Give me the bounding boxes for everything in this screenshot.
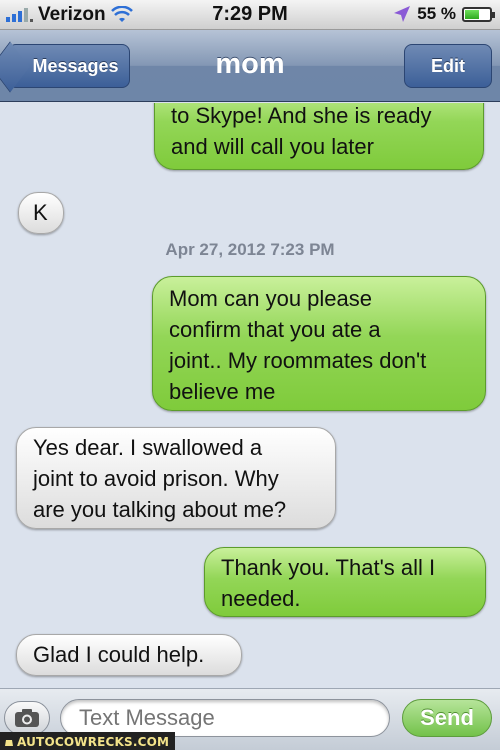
message-bubble-sent[interactable]: Mom can you please confirm that you ate … <box>152 276 486 411</box>
message-line: Glad I could help. <box>33 642 205 667</box>
camera-icon <box>15 709 39 727</box>
message-timestamp: Apr 27, 2012 7:23 PM <box>165 240 335 259</box>
status-bar: Verizon 7:29 PM 55 % <box>0 0 500 30</box>
battery-percent: 55 % <box>417 4 456 23</box>
message-line: K <box>33 200 48 225</box>
message-bubble-received[interactable]: Glad I could help. <box>16 634 242 676</box>
battery-icon <box>462 6 495 22</box>
car-logo-icon <box>5 739 13 746</box>
watermark-text: AUTOCOWRECKS.COM <box>17 734 170 749</box>
location-arrow-icon <box>394 6 411 22</box>
message-line: joint to avoid prison. Why <box>33 466 279 491</box>
message-line: joint.. My roommates don't <box>169 348 427 373</box>
message-line: Yes dear. I swallowed a <box>33 435 263 460</box>
edit-button-label: Edit <box>431 55 465 76</box>
message-bubble-received[interactable]: Yes dear. I swallowed a joint to avoid p… <box>16 427 336 529</box>
message-line: needed. <box>221 586 301 611</box>
message-bubble-sent[interactable]: Thank you. That's all I needed. <box>204 547 486 617</box>
send-button[interactable]: Send <box>402 699 492 737</box>
message-line: believe me <box>169 379 276 404</box>
message-line: confirm that you ate a <box>169 317 381 342</box>
message-line: Mom can you please <box>169 286 372 311</box>
edit-button[interactable]: Edit <box>404 44 492 88</box>
message-line: to Skype! And she is ready <box>171 103 432 128</box>
camera-button[interactable] <box>4 701 50 735</box>
message-bubble-received[interactable]: K <box>18 192 64 234</box>
navigation-bar: Messages mom Edit <box>0 30 500 102</box>
message-line: Thank you. That's all I <box>221 555 436 580</box>
compose-bar: Send AUTOCOWRECKS.COM <box>0 688 500 750</box>
message-line: and will call you later <box>171 134 374 159</box>
status-right-group: 55 % <box>393 4 495 24</box>
message-bubble-sent[interactable]: to Skype! And she is ready and will call… <box>154 103 484 170</box>
back-button-label: Messages <box>32 55 119 76</box>
message-line: are you talking about me? <box>33 497 287 522</box>
conversation-thread[interactable]: to Skype! And she is ready and will call… <box>0 103 500 688</box>
watermark: AUTOCOWRECKS.COM <box>0 732 176 750</box>
